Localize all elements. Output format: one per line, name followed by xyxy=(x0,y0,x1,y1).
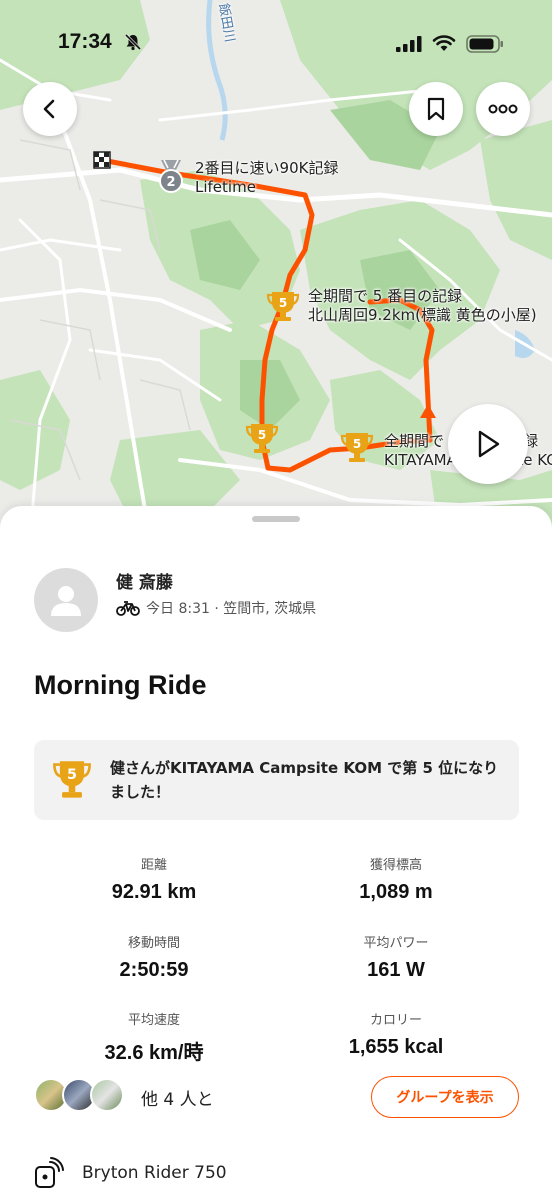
segment-label-2[interactable]: 全期間で 5 番目の記録 北山周回9.2km(標識 黄色の小屋) xyxy=(308,287,537,325)
stat-value: 1,089 m xyxy=(359,881,433,903)
activity-sheet: 健 斎藤 今日 8:31 · 笠間市, 茨城県 Morning Ride 5 健… xyxy=(0,506,552,1200)
stat-value: 2:50:59 xyxy=(119,959,189,981)
achievement-rank: 5 xyxy=(67,767,77,783)
stat-avg-power: 平均パワー 161 W xyxy=(276,932,516,982)
group-member-avatar[interactable] xyxy=(90,1078,124,1112)
bell-off-icon xyxy=(124,33,142,51)
stat-value: 1,655 kcal xyxy=(348,1036,444,1058)
more-options-button[interactable] xyxy=(476,82,530,136)
activity-title: Morning Ride xyxy=(34,670,207,700)
stat-value: 92.91 km xyxy=(111,881,197,903)
more-dots-icon xyxy=(488,104,518,114)
stat-label: カロリー xyxy=(369,1013,422,1028)
battery-icon xyxy=(466,35,503,53)
trophy-icon: 5 xyxy=(53,761,91,798)
sheet-grabber[interactable] xyxy=(252,516,300,522)
view-group-button[interactable]: グループを表示 xyxy=(371,1076,519,1118)
ride-meta-text: 今日 8:31 · 笠間市, 茨城県 xyxy=(146,601,317,617)
device-row: Bryton Rider 750 xyxy=(34,1156,227,1190)
stat-value: 32.6 km/時 xyxy=(104,1042,204,1064)
bookmark-icon xyxy=(427,97,445,121)
group-row: 他 4 人と グループを表示 xyxy=(34,1076,519,1120)
trophy-icon[interactable]: 5 xyxy=(244,420,280,456)
stat-calories: カロリー 1,655 kcal xyxy=(276,1009,516,1059)
device-icon xyxy=(35,1157,64,1188)
stat-label: 平均パワー xyxy=(363,936,429,951)
person-icon xyxy=(51,586,81,616)
status-time: 17:34 xyxy=(58,30,112,53)
chevron-left-icon xyxy=(43,99,55,119)
play-flyover-button[interactable] xyxy=(448,404,528,484)
trophy-rank: 5 xyxy=(353,437,361,451)
segment-1-line2: Lifetime xyxy=(195,178,256,196)
segment-label-1[interactable]: 2番目に速い90K記録 Lifetime xyxy=(195,159,338,197)
wifi-icon xyxy=(432,35,456,51)
status-bar: 17:34 xyxy=(0,0,552,90)
stat-avg-speed: 平均速度 32.6 km/時 xyxy=(34,1009,274,1065)
achievement-text: 健さんがKITAYAMA Campsite KOM で第 5 位になりました！ xyxy=(110,759,499,801)
back-button[interactable] xyxy=(23,82,77,136)
stat-label: 平均速度 xyxy=(127,1013,180,1028)
trophy-rank: 5 xyxy=(279,296,287,310)
stat-distance: 距離 92.91 km xyxy=(34,854,274,904)
avatar[interactable] xyxy=(34,568,98,632)
group-others-text: 他 4 人と xyxy=(141,1090,214,1110)
segment-1-line1: 2番目に速い90K記録 xyxy=(195,159,339,177)
medal-icon[interactable]: 2 xyxy=(153,158,189,194)
stat-elevation-gain: 獲得標高 1,089 m xyxy=(276,854,516,904)
device-name: Bryton Rider 750 xyxy=(82,1163,227,1183)
play-icon xyxy=(478,430,500,458)
bicycle-icon xyxy=(116,601,140,616)
stat-moving-time: 移動時間 2:50:59 xyxy=(34,932,274,982)
cellular-signal-icon xyxy=(396,36,422,52)
bookmark-button[interactable] xyxy=(409,82,463,136)
achievement-card[interactable]: 5 健さんがKITAYAMA Campsite KOM で第 5 位になりました… xyxy=(34,740,519,820)
trophy-rank: 5 xyxy=(258,428,266,442)
stat-label: 距離 xyxy=(140,858,167,873)
route-map[interactable]: 飯田川 17:34 2 2番目に速い90K記録 Lifetime 5 全期間で … xyxy=(0,0,552,540)
segment-2-line1: 全期間で 5 番目の記録 xyxy=(308,287,463,305)
athlete-name[interactable]: 健 斎藤 xyxy=(116,568,173,593)
ride-meta: 今日 8:31 · 笠間市, 茨城県 xyxy=(116,598,316,618)
stat-value: 161 W xyxy=(367,959,425,981)
trophy-icon[interactable]: 5 xyxy=(265,288,301,324)
stat-label: 移動時間 xyxy=(127,936,180,951)
segment-2-line2: 北山周回9.2km(標識 黄色の小屋) xyxy=(308,306,537,324)
stat-label: 獲得標高 xyxy=(369,858,422,873)
medal-rank: 2 xyxy=(166,175,175,190)
trophy-icon[interactable]: 5 xyxy=(339,429,375,465)
